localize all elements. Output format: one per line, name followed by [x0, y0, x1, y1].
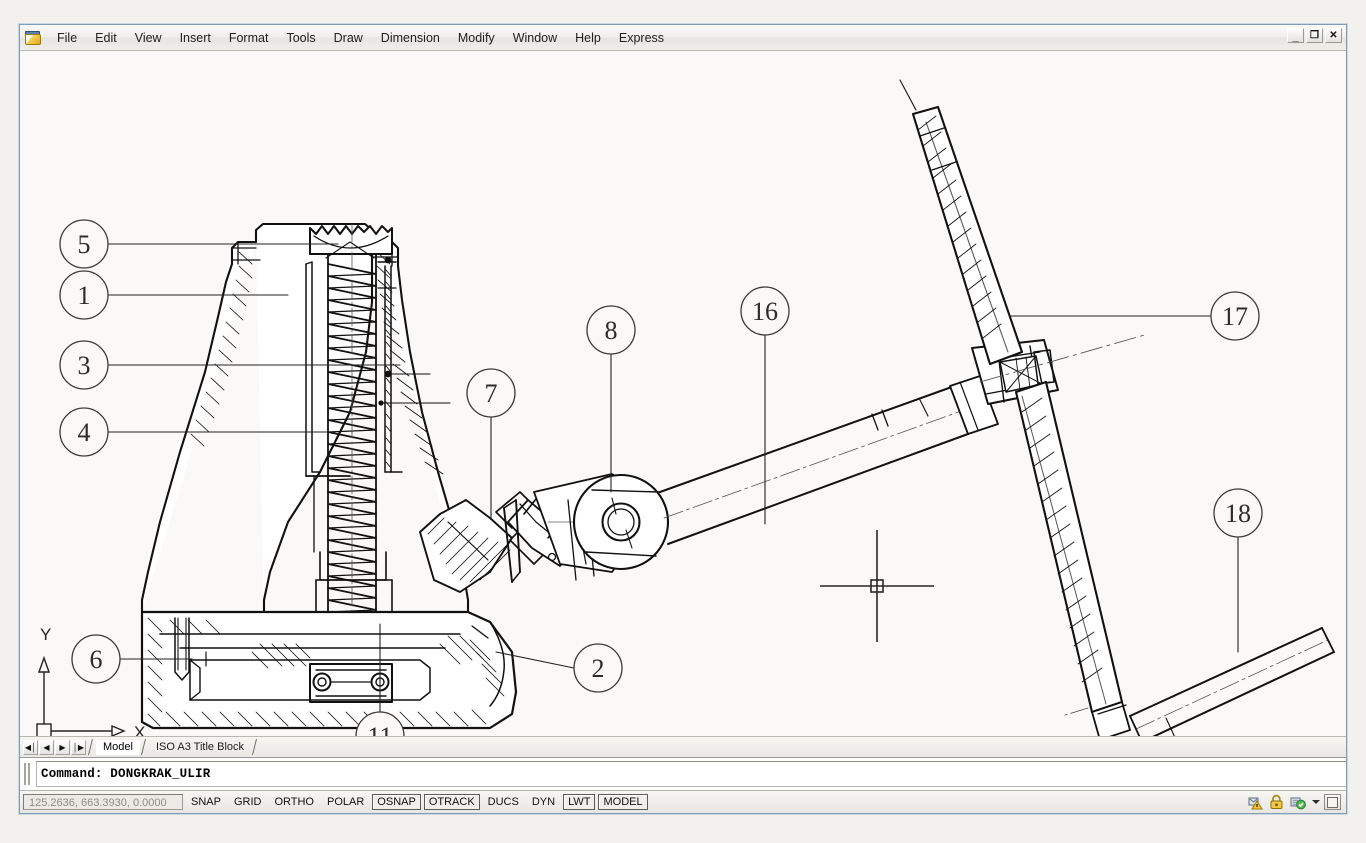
- status-toggle-dyn[interactable]: DYN: [527, 794, 560, 810]
- balloon-4[interactable]: 4: [59, 407, 109, 457]
- window-controls: _ ❐ ✕: [1287, 28, 1342, 43]
- communication-center-icon[interactable]: [1247, 794, 1265, 810]
- menu-help[interactable]: Help: [567, 28, 609, 48]
- balloon-label: 4: [78, 418, 91, 447]
- menu-bar: File Edit View Insert Format Tools Draw …: [20, 25, 1346, 51]
- status-toggle-osnap[interactable]: OSNAP: [372, 794, 421, 810]
- command-line-panel: Command: DONGKRAK_ULIR: [20, 757, 1346, 790]
- balloon-16[interactable]: 16: [740, 286, 790, 336]
- autocad-folder-icon: [25, 30, 42, 46]
- balloon-3[interactable]: 3: [59, 340, 109, 390]
- minimize-button[interactable]: _: [1287, 28, 1304, 43]
- menu-window[interactable]: Window: [505, 28, 565, 48]
- menu-view[interactable]: View: [127, 28, 170, 48]
- status-toggle-snap[interactable]: SNAP: [186, 794, 226, 810]
- tab-first-button[interactable]: ◀│: [23, 739, 38, 755]
- padlock-icon[interactable]: [1268, 794, 1286, 810]
- balloon-2[interactable]: 2: [573, 643, 623, 693]
- balloon-label: 3: [78, 351, 91, 380]
- ucs-y-label: Y: [40, 625, 51, 644]
- validate-shield-icon[interactable]: [1289, 794, 1307, 810]
- menu-dimension[interactable]: Dimension: [373, 28, 448, 48]
- balloon-label: 2: [592, 654, 605, 683]
- balloon-8[interactable]: 8: [586, 305, 636, 355]
- menu-express[interactable]: Express: [611, 28, 672, 48]
- status-toggle-lwt[interactable]: LWT: [563, 794, 596, 810]
- restore-icon: ❐: [1310, 30, 1319, 41]
- tab-model[interactable]: Model: [96, 739, 140, 755]
- command-input[interactable]: Command: DONGKRAK_ULIR: [36, 761, 1346, 787]
- menu-file[interactable]: File: [49, 28, 85, 48]
- command-grip[interactable]: [24, 763, 33, 785]
- balloon-6[interactable]: 6: [71, 634, 121, 684]
- menu-format[interactable]: Format: [221, 28, 277, 48]
- balloon-label: 7: [485, 379, 498, 408]
- status-expand-button[interactable]: [1310, 794, 1321, 810]
- balloon-label: 18: [1225, 499, 1251, 528]
- assembly-drawing: 5 1 3 4 6 11 2 7 8 16 17 18 X Y: [36, 79, 1335, 736]
- status-toggle-ducs[interactable]: DUCS: [483, 794, 524, 810]
- menu-edit[interactable]: Edit: [87, 28, 125, 48]
- balloon-label: 6: [90, 645, 103, 674]
- drawing-canvas[interactable]: 5 1 3 4 6 11 2 7 8 16 17 18 X Y: [20, 51, 1346, 736]
- close-button[interactable]: ✕: [1325, 28, 1342, 43]
- balloon-7[interactable]: 7: [466, 368, 516, 418]
- status-toggle-otrack[interactable]: OTRACK: [423, 794, 480, 810]
- clean-screen-icon[interactable]: [1324, 794, 1341, 810]
- menu-tools[interactable]: Tools: [278, 28, 323, 48]
- menu-modify[interactable]: Modify: [450, 28, 503, 48]
- command-text: Command: DONGKRAK_ULIR: [41, 767, 211, 781]
- autocad-window: File Edit View Insert Format Tools Draw …: [19, 24, 1347, 814]
- coordinate-display[interactable]: 125.2636, 663.3930, 0.0000: [23, 794, 183, 810]
- balloon-label: 11: [367, 722, 392, 736]
- menu-draw[interactable]: Draw: [326, 28, 371, 48]
- tab-divider-2: [140, 739, 149, 755]
- crosshair-cursor: [820, 530, 934, 642]
- balloon-label: 5: [78, 230, 91, 259]
- tab-divider: [87, 739, 96, 755]
- tab-prev-button[interactable]: ◀: [39, 739, 54, 755]
- menu-insert[interactable]: Insert: [172, 28, 219, 48]
- balloon-label: 17: [1222, 302, 1248, 331]
- status-toggle-model[interactable]: MODEL: [598, 794, 648, 810]
- balloon-label: 16: [752, 297, 778, 326]
- status-toggle-grid[interactable]: GRID: [229, 794, 267, 810]
- balloon-5[interactable]: 5: [59, 219, 109, 269]
- tab-next-button[interactable]: ▶: [55, 739, 70, 755]
- balloon-label: 1: [78, 281, 91, 310]
- balloon-label: 8: [605, 316, 618, 345]
- tab-last-button[interactable]: │▶: [71, 739, 86, 755]
- balloon-18[interactable]: 18: [1213, 488, 1263, 538]
- minimize-icon: _: [1292, 31, 1299, 43]
- layout-tab-bar: ◀│ ◀ ▶ │▶ Model ISO A3 Title Block: [20, 736, 1346, 757]
- restore-button[interactable]: ❐: [1306, 28, 1323, 43]
- balloon-17[interactable]: 17: [1210, 291, 1260, 341]
- ucs-x-label: X: [134, 723, 145, 736]
- status-tray: [1247, 794, 1343, 810]
- status-toggle-polar[interactable]: POLAR: [322, 794, 369, 810]
- close-icon: ✕: [1329, 30, 1338, 41]
- status-bar: 125.2636, 663.3930, 0.0000 SNAP GRID ORT…: [20, 790, 1346, 813]
- tab-iso-a3-title-block[interactable]: ISO A3 Title Block: [149, 740, 251, 755]
- balloon-1[interactable]: 1: [59, 270, 109, 320]
- status-toggle-ortho[interactable]: ORTHO: [269, 794, 319, 810]
- tab-divider-3: [251, 739, 260, 755]
